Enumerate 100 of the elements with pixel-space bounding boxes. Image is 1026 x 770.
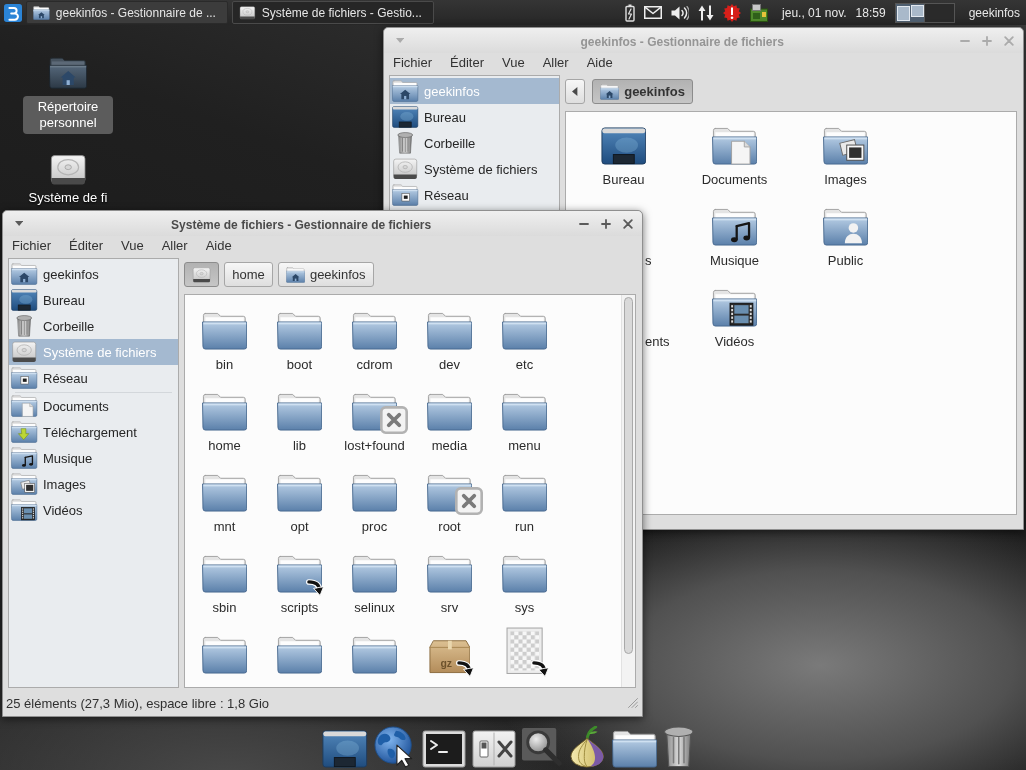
photo-folder-icon[interactable] <box>822 127 869 165</box>
file-name[interactable]: Musique <box>709 253 760 269</box>
path-button[interactable]: home <box>224 262 273 287</box>
film-folder-icon[interactable] <box>711 289 758 327</box>
menu-item[interactable]: Aller <box>542 54 569 70</box>
circuit-board-icon[interactable] <box>750 3 769 22</box>
menu-item[interactable]: Aller <box>161 237 188 253</box>
path-scroll-button[interactable] <box>565 79 585 104</box>
music-folder-icon[interactable] <box>711 208 758 246</box>
sidebar-item[interactable]: geekinfos <box>9 261 178 287</box>
clock-time[interactable]: 18:59 <box>855 5 886 20</box>
sidebar-item[interactable]: Bureau <box>9 287 178 313</box>
file-name[interactable]: Bureau <box>602 172 645 188</box>
taskbar-button[interactable]: Système de fichiers - Gestio... <box>232 1 434 24</box>
terminal-icon[interactable] <box>421 730 466 768</box>
file-name[interactable]: cdrom <box>356 357 393 373</box>
path-button[interactable] <box>184 262 220 287</box>
sidebar-item[interactable]: Musique <box>9 445 178 471</box>
file-name[interactable]: bin <box>215 357 234 373</box>
window-menu-icon[interactable] <box>15 221 24 226</box>
trash-icon[interactable] <box>663 726 695 768</box>
file-name[interactable]: lost+found <box>344 438 405 454</box>
app-menu-icon[interactable] <box>4 3 22 22</box>
settings-icon[interactable] <box>471 730 516 768</box>
person-folder-icon[interactable] <box>822 208 869 246</box>
file-name[interactable]: etc <box>515 357 534 373</box>
house-folder-icon[interactable] <box>48 57 88 89</box>
menu-item[interactable]: Éditer <box>450 54 484 70</box>
window-thumbnail <box>896 5 910 21</box>
page-folder-icon <box>11 395 38 417</box>
folder-icon[interactable] <box>611 730 658 768</box>
file-name[interactable]: media <box>431 438 468 454</box>
file-name[interactable]: sbin <box>212 600 237 616</box>
menu-item[interactable]: Fichier <box>393 54 432 70</box>
sidebar-item[interactable]: Téléchargement <box>9 419 178 445</box>
file-name[interactable]: s <box>645 253 652 269</box>
folder-icon[interactable] <box>276 555 323 593</box>
menu-item[interactable]: Fichier <box>12 237 51 253</box>
sidebar-item[interactable]: Réseau <box>390 182 559 208</box>
file-name[interactable]: proc <box>361 519 388 535</box>
up-down-arrows-icon[interactable] <box>698 4 715 21</box>
sidebar-item[interactable]: Réseau <box>9 365 178 391</box>
battery-icon[interactable] <box>625 3 636 22</box>
taskbar-button[interactable]: geekinfos - Gestionnaire de ... <box>26 1 228 24</box>
screen-icon[interactable] <box>600 127 647 165</box>
path-button[interactable]: geekinfos <box>277 262 374 287</box>
path-button[interactable]: geekinfos <box>592 79 693 104</box>
file-name[interactable]: scripts <box>280 600 319 616</box>
file-name[interactable]: opt <box>290 519 309 535</box>
file-name[interactable]: lib <box>293 438 306 454</box>
search-icon[interactable] <box>521 728 564 768</box>
menu-item[interactable]: Vue <box>121 237 144 253</box>
sidebar-item[interactable]: Corbeille <box>390 130 559 156</box>
checkered-page-icon[interactable] <box>505 626 544 674</box>
mail-icon[interactable] <box>644 6 663 19</box>
sidebar-item[interactable]: Système de fichiers <box>390 156 559 182</box>
workspace[interactable] <box>895 3 925 22</box>
file-name[interactable]: Public <box>827 253 864 269</box>
scrollbar[interactable] <box>621 295 635 687</box>
clock-date[interactable]: jeu., 01 nov. <box>782 5 847 20</box>
file-name[interactable]: mnt <box>213 519 236 535</box>
file-name[interactable]: srv <box>440 600 459 616</box>
window-title: Système de fichiers - Gestionnaire de fichiers <box>171 217 432 232</box>
file-name[interactable]: run <box>515 519 534 535</box>
sidebar-item[interactable]: Documents <box>9 393 178 419</box>
desktop-icon-label[interactable]: Répertoire personnel <box>23 96 113 134</box>
user-menu-button[interactable]: geekinfos <box>968 5 1020 20</box>
file-name[interactable]: home <box>208 438 241 454</box>
resize-grip-icon[interactable] <box>628 698 638 708</box>
close-icon[interactable] <box>623 218 633 229</box>
sidebar-item[interactable]: Vidéos <box>9 497 178 523</box>
desktop-icon-label[interactable]: Système de fi <box>24 189 112 207</box>
menu-item[interactable]: Éditer <box>69 237 103 253</box>
menu-item[interactable]: Aide <box>586 54 613 70</box>
file-name[interactable]: selinux <box>354 600 395 616</box>
volume-icon[interactable] <box>671 5 690 20</box>
alert-badge-icon[interactable] <box>723 3 742 22</box>
minimize-icon[interactable] <box>579 222 589 225</box>
sidebar-item[interactable]: Images <box>9 471 178 497</box>
file-name[interactable]: Documents <box>701 172 768 188</box>
menu-item[interactable]: Vue <box>502 54 525 70</box>
menu-item[interactable]: Aide <box>205 237 232 253</box>
file-name[interactable]: root <box>438 519 461 535</box>
scrollbar-thumb[interactable] <box>624 297 633 654</box>
file-name[interactable]: menu <box>508 438 541 454</box>
sidebar-item[interactable]: Bureau <box>390 104 559 130</box>
house-folder-icon <box>11 263 38 285</box>
page-folder-icon[interactable] <box>711 127 758 165</box>
file-name[interactable]: ents <box>645 334 670 350</box>
file-name[interactable]: boot <box>286 357 313 373</box>
hard-drive-icon[interactable] <box>48 154 88 186</box>
screen-icon[interactable] <box>322 730 368 768</box>
file-name[interactable]: Images <box>824 172 867 188</box>
file-name[interactable]: dev <box>439 357 460 373</box>
file-name[interactable]: sys <box>514 600 535 616</box>
hard-drive-icon <box>239 5 256 20</box>
maximize-icon[interactable] <box>601 218 611 229</box>
onion-icon[interactable] <box>569 726 606 768</box>
file-name[interactable]: Vidéos <box>714 334 755 350</box>
sidebar-item[interactable]: Corbeille <box>9 313 178 339</box>
